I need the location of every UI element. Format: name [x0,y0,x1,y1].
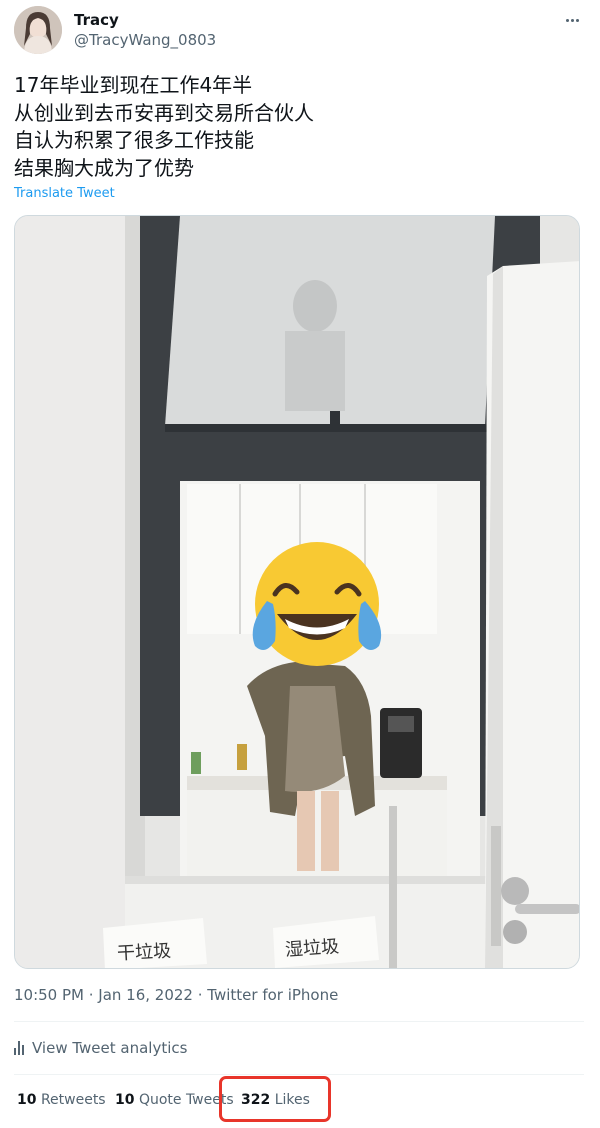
author-handle[interactable]: @TracyWang_0803 [74,31,216,49]
translate-tweet-link[interactable]: Translate Tweet [14,186,115,201]
retweets-count: 10 [17,1092,37,1108]
retweets-label: Retweets [40,1092,106,1108]
retweets-stat[interactable]: 10 Retweets [17,1092,106,1108]
divider [14,1021,584,1022]
tweet-text: 17年毕业到现在工作4年半 从创业到去币安再到交易所合伙人 自认为积累了很多工作… [14,72,584,182]
divider [14,1074,584,1075]
tweet-timestamp[interactable]: 10:50 PM · Jan 16, 2022 · Twitter for iP… [14,986,338,1004]
tweet-photo[interactable]: 干垃圾 湿垃圾 [14,215,580,969]
tweet-line: 结果胸大成为了优势 [14,155,194,180]
quote-tweets-count: 10 [115,1092,135,1108]
tweet-line: 17年毕业到现在工作4年半 [14,73,253,97]
sign-dry-waste: 干垃圾 [116,940,172,965]
more-options-icon[interactable] [560,10,584,30]
likes-highlight-box [219,1076,331,1122]
analytics-icon [14,1041,24,1055]
author-avatar[interactable] [14,6,62,54]
tweet-line: 自认为积累了很多工作技能 [14,128,254,152]
avatar-image [14,6,62,54]
tweet-line: 从创业到去币安再到交易所合伙人 [14,100,314,125]
quote-tweets-stat[interactable]: 10 Quote Tweets [115,1092,234,1108]
analytics-label: View Tweet analytics [32,1039,188,1057]
view-analytics-link[interactable]: View Tweet analytics [14,1039,187,1057]
author-name[interactable]: Tracy [74,11,119,29]
photo-illustration [15,216,579,968]
sign-wet-waste: 湿垃圾 [284,936,340,961]
